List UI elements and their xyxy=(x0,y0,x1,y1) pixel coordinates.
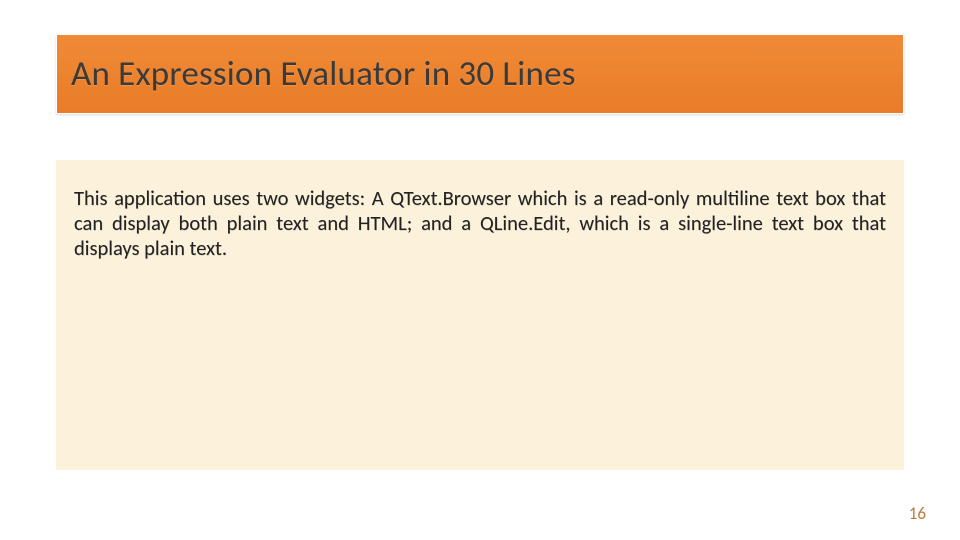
body-box: This application uses two widgets: A QTe… xyxy=(56,160,904,470)
title-bar: An Expression Evaluator in 30 Lines xyxy=(56,34,904,114)
page-number: 16 xyxy=(909,503,926,524)
slide-body-text: This application uses two widgets: A QTe… xyxy=(74,186,886,261)
slide: An Expression Evaluator in 30 Lines This… xyxy=(0,0,960,540)
slide-title: An Expression Evaluator in 30 Lines xyxy=(71,53,576,95)
